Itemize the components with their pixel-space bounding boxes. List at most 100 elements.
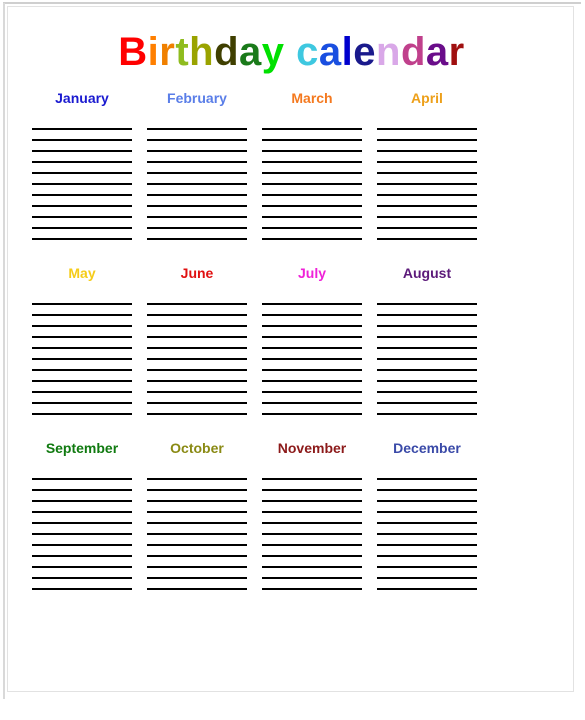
entry-line[interactable] <box>377 152 477 163</box>
entry-line[interactable] <box>147 130 247 141</box>
entry-line[interactable] <box>147 152 247 163</box>
entry-line[interactable] <box>32 557 132 568</box>
entry-line[interactable] <box>32 349 132 360</box>
entry-line[interactable] <box>262 185 362 196</box>
entry-line[interactable] <box>262 557 362 568</box>
entry-line[interactable] <box>377 502 477 513</box>
entry-line[interactable] <box>32 141 132 152</box>
entry-line[interactable] <box>32 467 132 480</box>
entry-line[interactable] <box>32 393 132 404</box>
entry-line[interactable] <box>262 393 362 404</box>
entry-line[interactable] <box>377 174 477 185</box>
entry-line[interactable] <box>262 207 362 218</box>
entry-line[interactable] <box>147 117 247 130</box>
entry-line[interactable] <box>377 349 477 360</box>
entry-line[interactable] <box>377 404 477 415</box>
entry-line[interactable] <box>147 393 247 404</box>
entry-line[interactable] <box>262 141 362 152</box>
entry-line[interactable] <box>262 292 362 305</box>
entry-line[interactable] <box>377 568 477 579</box>
entry-line[interactable] <box>377 338 477 349</box>
entry-line[interactable] <box>377 524 477 535</box>
entry-line[interactable] <box>377 163 477 174</box>
entry-line[interactable] <box>262 579 362 590</box>
entry-line[interactable] <box>262 502 362 513</box>
entry-line[interactable] <box>262 404 362 415</box>
entry-line[interactable] <box>147 174 247 185</box>
entry-line[interactable] <box>262 163 362 174</box>
entry-line[interactable] <box>147 218 247 229</box>
entry-line[interactable] <box>32 524 132 535</box>
entry-line[interactable] <box>147 305 247 316</box>
entry-line[interactable] <box>147 546 247 557</box>
entry-line[interactable] <box>32 513 132 524</box>
entry-line[interactable] <box>32 360 132 371</box>
entry-line[interactable] <box>262 349 362 360</box>
entry-line[interactable] <box>32 130 132 141</box>
entry-line[interactable] <box>147 349 247 360</box>
entry-line[interactable] <box>32 579 132 590</box>
entry-line[interactable] <box>32 502 132 513</box>
entry-line[interactable] <box>377 382 477 393</box>
entry-line[interactable] <box>377 130 477 141</box>
entry-line[interactable] <box>262 316 362 327</box>
entry-line[interactable] <box>32 491 132 502</box>
entry-line[interactable] <box>147 513 247 524</box>
entry-line[interactable] <box>262 513 362 524</box>
entry-line[interactable] <box>377 467 477 480</box>
entry-line[interactable] <box>147 579 247 590</box>
entry-line[interactable] <box>32 174 132 185</box>
entry-line[interactable] <box>377 480 477 491</box>
entry-line[interactable] <box>32 196 132 207</box>
entry-line[interactable] <box>262 229 362 240</box>
entry-line[interactable] <box>262 152 362 163</box>
entry-line[interactable] <box>377 117 477 130</box>
entry-line[interactable] <box>32 185 132 196</box>
entry-line[interactable] <box>147 404 247 415</box>
entry-line[interactable] <box>147 502 247 513</box>
entry-line[interactable] <box>32 568 132 579</box>
entry-line[interactable] <box>147 371 247 382</box>
entry-line[interactable] <box>377 218 477 229</box>
entry-line[interactable] <box>377 557 477 568</box>
entry-line[interactable] <box>262 174 362 185</box>
entry-line[interactable] <box>147 141 247 152</box>
entry-line[interactable] <box>147 524 247 535</box>
entry-line[interactable] <box>377 546 477 557</box>
entry-line[interactable] <box>32 207 132 218</box>
entry-line[interactable] <box>377 229 477 240</box>
entry-line[interactable] <box>147 382 247 393</box>
entry-line[interactable] <box>262 382 362 393</box>
entry-line[interactable] <box>32 316 132 327</box>
entry-line[interactable] <box>377 185 477 196</box>
entry-line[interactable] <box>147 491 247 502</box>
entry-line[interactable] <box>32 480 132 491</box>
entry-line[interactable] <box>262 218 362 229</box>
entry-line[interactable] <box>377 196 477 207</box>
entry-line[interactable] <box>262 338 362 349</box>
entry-line[interactable] <box>262 568 362 579</box>
entry-line[interactable] <box>262 371 362 382</box>
entry-line[interactable] <box>262 305 362 316</box>
entry-line[interactable] <box>147 557 247 568</box>
entry-line[interactable] <box>377 579 477 590</box>
entry-line[interactable] <box>32 382 132 393</box>
entry-line[interactable] <box>147 535 247 546</box>
entry-line[interactable] <box>377 371 477 382</box>
entry-line[interactable] <box>147 568 247 579</box>
entry-line[interactable] <box>377 360 477 371</box>
entry-line[interactable] <box>147 467 247 480</box>
entry-line[interactable] <box>32 152 132 163</box>
entry-line[interactable] <box>262 480 362 491</box>
entry-line[interactable] <box>147 327 247 338</box>
entry-line[interactable] <box>32 371 132 382</box>
entry-line[interactable] <box>262 117 362 130</box>
entry-line[interactable] <box>147 360 247 371</box>
entry-line[interactable] <box>377 141 477 152</box>
entry-line[interactable] <box>262 546 362 557</box>
entry-line[interactable] <box>32 404 132 415</box>
entry-line[interactable] <box>32 327 132 338</box>
entry-line[interactable] <box>377 393 477 404</box>
entry-line[interactable] <box>377 513 477 524</box>
entry-line[interactable] <box>377 305 477 316</box>
